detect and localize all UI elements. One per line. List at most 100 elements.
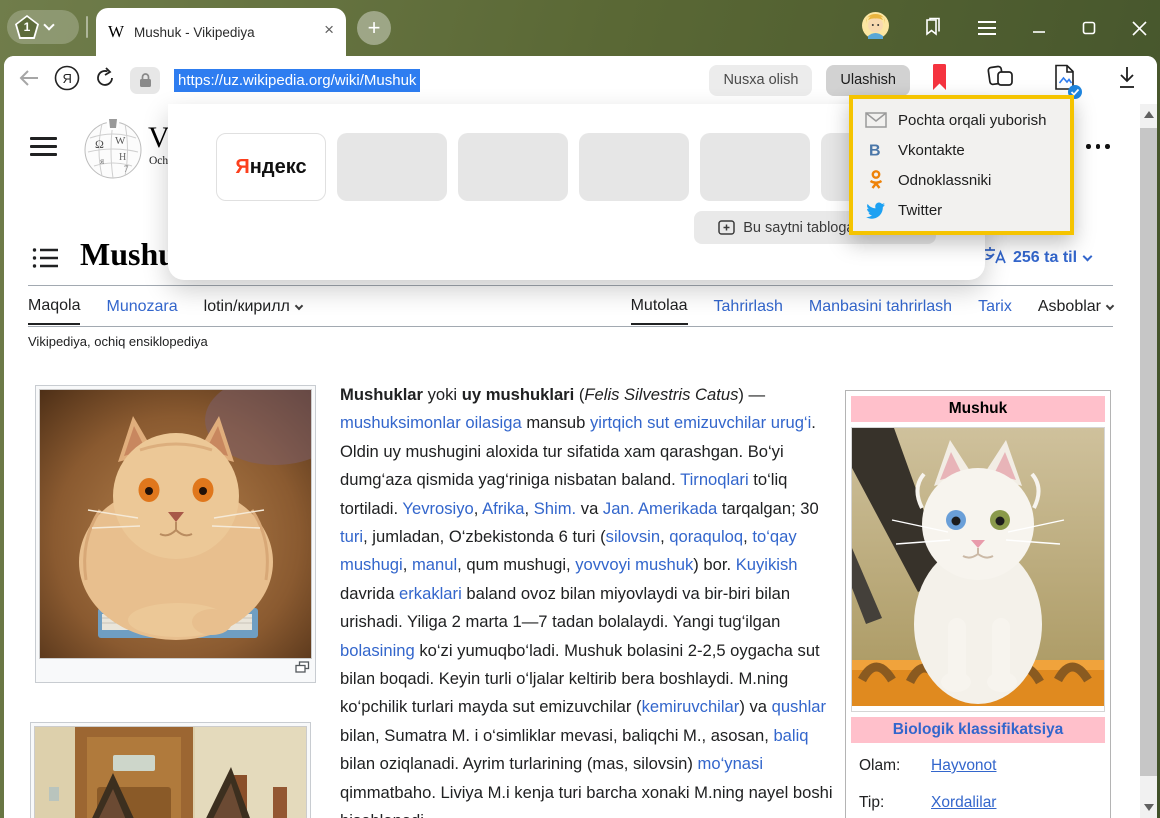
wiki-tab-manbasini-tahrirlash[interactable]: Manbasini tahrirlash bbox=[809, 297, 952, 325]
infobox-row-value-link[interactable]: Xordalilar bbox=[931, 794, 1097, 812]
infobox-classification-rows: Olam:HayvonotTip:XordalilarSinf:Sut emiz… bbox=[851, 743, 1105, 818]
tab-group-chip[interactable]: 1 bbox=[7, 10, 79, 44]
share-menu-item-odnoklassniki[interactable]: Odnoklassniki bbox=[853, 165, 1070, 195]
article-link[interactable]: Afrika bbox=[482, 499, 524, 518]
profile-avatar[interactable] bbox=[862, 12, 889, 44]
downloads-icon[interactable] bbox=[1117, 66, 1137, 95]
language-icon bbox=[984, 246, 1006, 269]
address-bar-url[interactable]: https://uz.wikipedia.org/wiki/Mushuk bbox=[174, 69, 420, 92]
bookmark-red-icon[interactable] bbox=[932, 64, 947, 96]
article-link[interactable]: erkaklari bbox=[399, 584, 462, 603]
language-selector-button[interactable]: 256 ta til bbox=[984, 246, 1091, 269]
scroll-down-arrow[interactable] bbox=[1140, 799, 1157, 816]
wiki-tab-asboblar[interactable]: Asboblar bbox=[1038, 297, 1113, 325]
article-thumbnail-cat-on-book[interactable] bbox=[35, 385, 316, 683]
article-link[interactable]: Kuyikish bbox=[736, 555, 798, 574]
article-link[interactable]: turi bbox=[340, 527, 363, 546]
page-more-menu[interactable] bbox=[1086, 144, 1110, 149]
article-link[interactable]: Shim. bbox=[534, 499, 576, 518]
article-link[interactable]: kemiruvchilar bbox=[642, 697, 740, 716]
heading-divider bbox=[28, 285, 1113, 286]
vk-icon: B bbox=[865, 140, 887, 160]
article-link[interactable]: bolasining bbox=[340, 641, 415, 660]
svg-text:я: я bbox=[100, 156, 104, 166]
svg-text:Я: Я bbox=[63, 71, 72, 86]
share-menu-item-label: Pochta orqali yuborish bbox=[898, 112, 1046, 129]
page-scrollbar[interactable] bbox=[1140, 104, 1157, 818]
browser-tab[interactable]: W Mushuk - Vikipediya × bbox=[96, 8, 346, 56]
article-link[interactable]: yovvoyi mushuk bbox=[575, 555, 693, 574]
wiki-tab-tahrirlash[interactable]: Tahrirlash bbox=[714, 297, 783, 325]
tile-placeholder[interactable] bbox=[337, 133, 447, 201]
window-close-button[interactable] bbox=[1131, 20, 1148, 37]
scrollbar-thumb[interactable] bbox=[1140, 128, 1157, 776]
article-link[interactable]: yirtqich sut emizuvchilar urug‘i bbox=[590, 413, 811, 432]
share-menu-item-label: Twitter bbox=[898, 202, 942, 219]
collections-icon[interactable] bbox=[987, 65, 1015, 96]
article-thumbnail-tabby-cat[interactable] bbox=[30, 722, 311, 818]
language-count-label: 256 ta til bbox=[1013, 249, 1077, 267]
infobox-kitten-image[interactable] bbox=[851, 427, 1105, 712]
enlarge-icon[interactable] bbox=[295, 660, 310, 678]
share-menu-item-twitter[interactable]: Twitter bbox=[853, 195, 1070, 225]
tabby-cat-image[interactable] bbox=[34, 726, 307, 818]
scroll-up-arrow[interactable] bbox=[1140, 106, 1157, 123]
bookmarks-flag-icon[interactable] bbox=[923, 17, 943, 39]
article-paragraph: Mushuklar yoki uy mushuklari (Felis Silv… bbox=[340, 381, 834, 818]
contents-list-icon[interactable] bbox=[32, 246, 58, 275]
article-link[interactable]: Tirnoqlari bbox=[680, 470, 749, 489]
wikipedia-globe-logo[interactable]: Ω W H я 7 bbox=[82, 116, 144, 185]
share-button[interactable]: Ulashish bbox=[826, 65, 910, 96]
article-link[interactable]: qushlar bbox=[772, 697, 826, 716]
article-tabs-right: Mutolaa Tahrirlash Manbasini tahrirlash Tar… bbox=[631, 297, 1113, 325]
share-menu-item-pochta-orqali-yuborish[interactable]: Pochta orqali yuborish bbox=[853, 105, 1070, 135]
window-maximize-button[interactable] bbox=[1081, 20, 1097, 36]
share-menu-item-vkontakte[interactable]: B Vkontakte bbox=[853, 135, 1070, 165]
infobox-row-value-link[interactable]: Hayvonot bbox=[931, 757, 1097, 775]
chevron-down-icon[interactable] bbox=[43, 19, 54, 30]
copy-url-button[interactable]: Nusxa olish bbox=[709, 65, 812, 96]
window-minimize-button[interactable] bbox=[1031, 20, 1047, 36]
wiki-tab-munozara[interactable]: Munozara bbox=[106, 297, 177, 325]
tab-close-icon[interactable]: × bbox=[324, 21, 334, 44]
reload-button[interactable] bbox=[94, 67, 116, 94]
back-button[interactable] bbox=[18, 69, 40, 92]
share-menu-item-label: Odnoklassniki bbox=[898, 172, 991, 189]
article-link[interactable]: manul bbox=[412, 555, 457, 574]
site-lock-icon[interactable] bbox=[130, 67, 160, 94]
article-link[interactable]: Jan. Amerikada bbox=[603, 499, 717, 518]
wiki-tab-maqola[interactable]: Maqola bbox=[28, 297, 80, 325]
svg-text:B: B bbox=[869, 143, 881, 160]
wiki-tab-lotin-кирилл[interactable]: lotin/кирилл bbox=[204, 297, 302, 325]
article-link[interactable]: Yevrosiyo bbox=[402, 499, 473, 518]
share-menu-item-label: Vkontakte bbox=[898, 142, 965, 159]
tile-placeholder[interactable] bbox=[579, 133, 689, 201]
article-link[interactable]: qoraquloq bbox=[669, 527, 743, 546]
tile-placeholder[interactable] bbox=[700, 133, 810, 201]
tab-strip-divider bbox=[86, 16, 88, 38]
wiki-main-menu-icon[interactable] bbox=[30, 137, 57, 156]
yandex-search-button[interactable]: Я bbox=[54, 65, 80, 96]
tile-placeholder[interactable] bbox=[458, 133, 568, 201]
infobox-row-label: Olam: bbox=[859, 757, 931, 775]
infobox-section-title: Biologik klassifikatsiya bbox=[851, 717, 1105, 743]
tabs-divider bbox=[28, 326, 1113, 327]
share-dropdown-menu: Pochta orqali yuborish B Vkontakte Odnoklas… bbox=[849, 95, 1074, 235]
article-tabs-left: Maqola Munozara lotin/кирилл bbox=[28, 297, 302, 325]
wiki-tab-tarix[interactable]: Tarix bbox=[978, 297, 1012, 325]
article-link[interactable]: mushuksimonlar oilasiga bbox=[340, 413, 522, 432]
tile-yandex[interactable]: Яндекс bbox=[216, 133, 326, 201]
article-link[interactable]: silovsin bbox=[606, 527, 660, 546]
article-link[interactable]: mo‘ynasi bbox=[698, 754, 763, 773]
mail-icon bbox=[865, 110, 887, 130]
menu-hamburger-icon[interactable] bbox=[977, 20, 997, 36]
cat-on-book-image[interactable] bbox=[39, 389, 312, 659]
tab-strip: 1 W Mushuk - Vikipediya × + bbox=[0, 0, 1160, 56]
wiki-tab-mutolaa[interactable]: Mutolaa bbox=[631, 297, 688, 325]
svg-text:Ω: Ω bbox=[95, 137, 104, 151]
article-link[interactable]: baliq bbox=[773, 726, 808, 745]
screenshot-page-icon[interactable] bbox=[1053, 64, 1077, 96]
tab-title: Mushuk - Vikipediya bbox=[134, 17, 314, 48]
svg-text:W: W bbox=[115, 135, 126, 147]
new-tab-button[interactable]: + bbox=[357, 11, 391, 45]
